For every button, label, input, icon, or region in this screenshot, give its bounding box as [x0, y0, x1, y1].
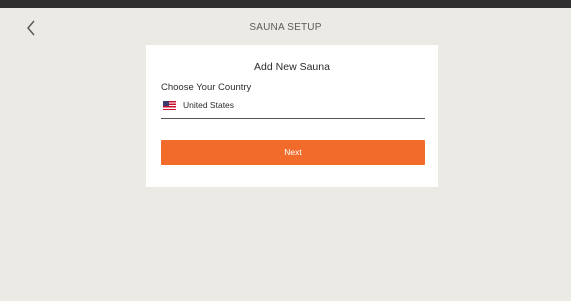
- next-button[interactable]: Next: [161, 140, 425, 165]
- card-title: Add New Sauna: [254, 61, 330, 73]
- add-sauna-card: Add New Sauna Choose Your Country United…: [146, 45, 438, 187]
- top-strip: [0, 0, 571, 8]
- us-flag-icon: [163, 101, 176, 110]
- country-select[interactable]: United States: [161, 98, 425, 119]
- country-value: United States: [183, 100, 235, 110]
- header: SAUNA SETUP: [0, 8, 571, 48]
- country-label: Choose Your Country: [161, 82, 252, 93]
- page-title: SAUNA SETUP: [249, 22, 322, 33]
